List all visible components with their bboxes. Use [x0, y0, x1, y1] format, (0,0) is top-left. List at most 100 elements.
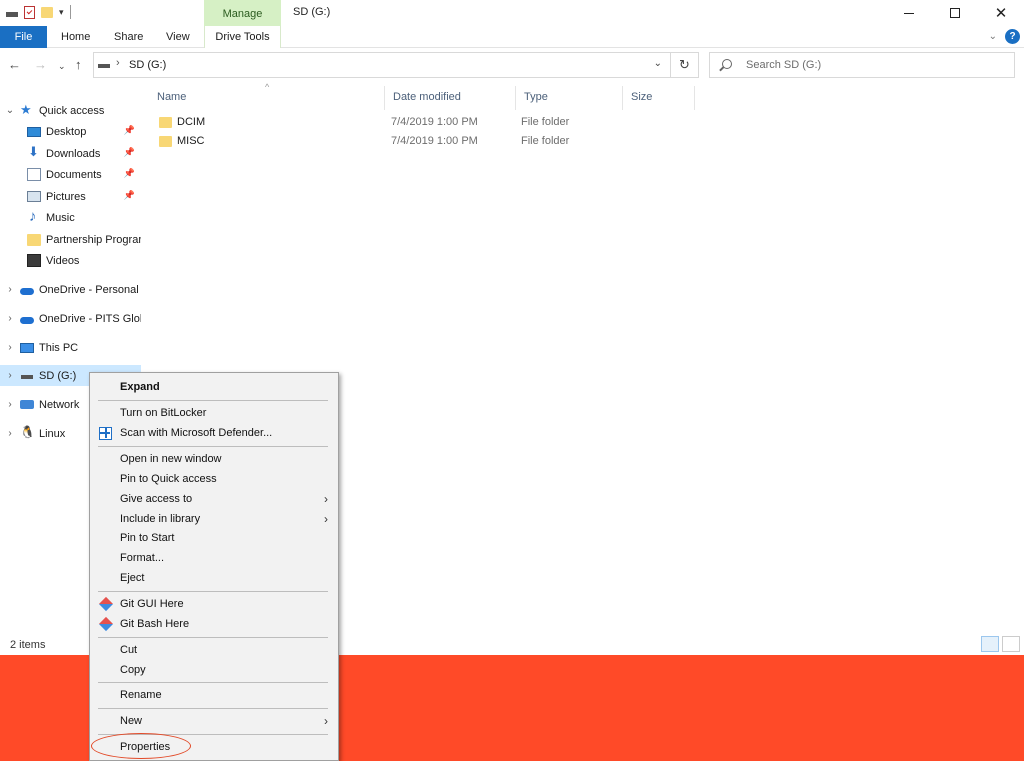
pin-icon[interactable]: 📌 [124, 168, 135, 179]
nav-label: Pictures [46, 190, 86, 203]
window-controls: ✕ [886, 0, 1024, 26]
tab-manage[interactable]: Manage [204, 0, 281, 28]
chevron-right-icon[interactable]: › [0, 399, 20, 410]
pin-icon[interactable]: 📌 [124, 125, 135, 136]
menu-item-expand[interactable]: Expand [92, 377, 336, 397]
menu-item-git-bash[interactable]: Git Bash Here [92, 614, 336, 634]
breadcrumb-chevron-icon[interactable]: › [116, 57, 120, 69]
menu-item-pin-start[interactable]: Pin to Start [92, 528, 336, 548]
nav-item-videos[interactable]: Videos [0, 250, 141, 271]
nav-label: Desktop [46, 125, 87, 138]
nav-item-pictures[interactable]: Pictures 📌 [0, 186, 141, 207]
details-view-icon[interactable] [981, 636, 999, 652]
address-dropdown-icon[interactable]: ⌄ [654, 58, 662, 69]
large-icons-view-icon[interactable] [1002, 636, 1020, 652]
nav-item-this-pc[interactable]: › This PC [0, 337, 141, 358]
properties-icon[interactable] [24, 5, 35, 19]
nav-item-onedrive-pits[interactable]: › OneDrive - PITS Glob [0, 308, 141, 329]
nav-item-partnership[interactable]: Partnership Prograr [0, 229, 141, 250]
menu-divider [98, 400, 328, 401]
file-name: MISC [177, 135, 205, 147]
drive-icon [20, 369, 34, 382]
star-icon [20, 102, 34, 118]
menu-item-new[interactable]: New › [92, 711, 336, 731]
chevron-right-icon: › [324, 512, 328, 526]
menu-item-defender[interactable]: Scan with Microsoft Defender... [92, 423, 336, 443]
table-row[interactable]: MISC 7/4/2019 1:00 PM File folder [149, 132, 749, 151]
nav-item-documents[interactable]: Documents 📌 [0, 164, 141, 185]
address-bar[interactable]: › SD (G:) ⌄ ↻ [93, 52, 699, 78]
menu-item-open-new-window[interactable]: Open in new window [92, 449, 336, 469]
tab-drive-tools[interactable]: Drive Tools [204, 26, 281, 48]
file-name-cell: MISC [159, 135, 205, 147]
tab-view[interactable]: View [166, 26, 190, 48]
menu-divider [98, 591, 328, 592]
tab-home[interactable]: Home [61, 26, 90, 48]
chevron-right-icon[interactable]: › [0, 313, 20, 324]
tab-file[interactable]: File [0, 26, 47, 48]
documents-icon [27, 168, 41, 181]
menu-item-format[interactable]: Format... [92, 548, 336, 568]
folder-icon [159, 135, 172, 147]
up-arrow-icon[interactable]: ↑ [75, 57, 82, 72]
minimize-button[interactable] [886, 0, 932, 26]
column-header-type[interactable]: Type [516, 86, 623, 110]
git-icon [98, 596, 114, 612]
window-title: SD (G:) [293, 6, 331, 18]
column-header-date[interactable]: Date modified [385, 86, 516, 110]
help-icon[interactable]: ? [1005, 29, 1020, 44]
menu-item-label: New [120, 715, 143, 727]
menu-item-label: Scan with Microsoft Defender... [120, 427, 273, 439]
menu-item-rename[interactable]: Rename [92, 685, 336, 705]
breadcrumb[interactable]: SD (G:) [129, 59, 166, 71]
expand-ribbon-icon[interactable]: ⌄ [989, 31, 997, 42]
drive-icon[interactable] [6, 11, 18, 17]
column-header-name[interactable]: Name [149, 86, 385, 110]
menu-item-include-library[interactable]: Include in library › [92, 509, 336, 529]
menu-divider [98, 637, 328, 638]
menu-item-bitlocker[interactable]: Turn on BitLocker [92, 403, 336, 423]
chevron-down-icon[interactable]: ⌄ [0, 105, 20, 116]
file-date: 7/4/2019 1:00 PM [391, 116, 478, 128]
search-input[interactable]: Search SD (G:) [709, 52, 1015, 78]
file-date: 7/4/2019 1:00 PM [391, 135, 478, 147]
menu-item-git-gui[interactable]: Git GUI Here [92, 594, 336, 614]
nav-quick-access[interactable]: ⌄ Quick access [0, 100, 141, 121]
nav-label: OneDrive - PITS Glob [39, 312, 141, 325]
refresh-icon[interactable]: ↻ [670, 53, 698, 77]
nav-item-desktop[interactable]: Desktop 📌 [0, 121, 141, 142]
menu-item-give-access[interactable]: Give access to › [92, 489, 336, 509]
menu-item-pin-quick-access[interactable]: Pin to Quick access [92, 469, 336, 489]
pin-icon[interactable]: 📌 [124, 190, 135, 201]
nav-item-onedrive-personal[interactable]: › OneDrive - Personal [0, 279, 141, 300]
nav-item-music[interactable]: Music [0, 207, 141, 228]
nav-item-downloads[interactable]: Downloads 📌 [0, 143, 141, 164]
network-icon [20, 400, 34, 409]
nav-label: Network [39, 398, 80, 411]
title-bar: ▾ Manage SD (G:) ✕ [0, 0, 1024, 28]
customize-toolbar-icon[interactable]: ▾ [59, 7, 64, 18]
ribbon-tabs: File Home Share View Drive Tools ⌄ ? [0, 26, 1024, 48]
chevron-right-icon[interactable]: › [0, 428, 20, 439]
view-toggle [981, 636, 1020, 652]
table-row[interactable]: DCIM 7/4/2019 1:00 PM File folder [149, 113, 749, 132]
close-button[interactable]: ✕ [978, 0, 1024, 26]
music-icon [27, 208, 41, 225]
git-icon [98, 616, 114, 632]
chevron-right-icon[interactable]: › [0, 284, 20, 295]
chevron-right-icon[interactable]: › [0, 342, 20, 353]
menu-item-eject[interactable]: Eject [92, 568, 336, 588]
ribbon-controls: ⌄ ? [989, 29, 1020, 44]
forward-arrow-icon[interactable]: → [34, 57, 47, 72]
menu-item-cut[interactable]: Cut [92, 640, 336, 660]
menu-item-copy[interactable]: Copy [92, 660, 336, 680]
tab-share[interactable]: Share [114, 26, 143, 48]
pin-icon[interactable]: 📌 [124, 147, 135, 158]
maximize-button[interactable] [932, 0, 978, 26]
menu-item-label: Git GUI Here [120, 598, 184, 610]
recent-locations-icon[interactable]: ⌄ [58, 61, 66, 72]
new-folder-icon[interactable] [41, 6, 53, 18]
chevron-right-icon[interactable]: › [0, 370, 20, 381]
column-header-size[interactable]: Size [623, 86, 695, 110]
back-arrow-icon[interactable]: ← [8, 57, 21, 72]
